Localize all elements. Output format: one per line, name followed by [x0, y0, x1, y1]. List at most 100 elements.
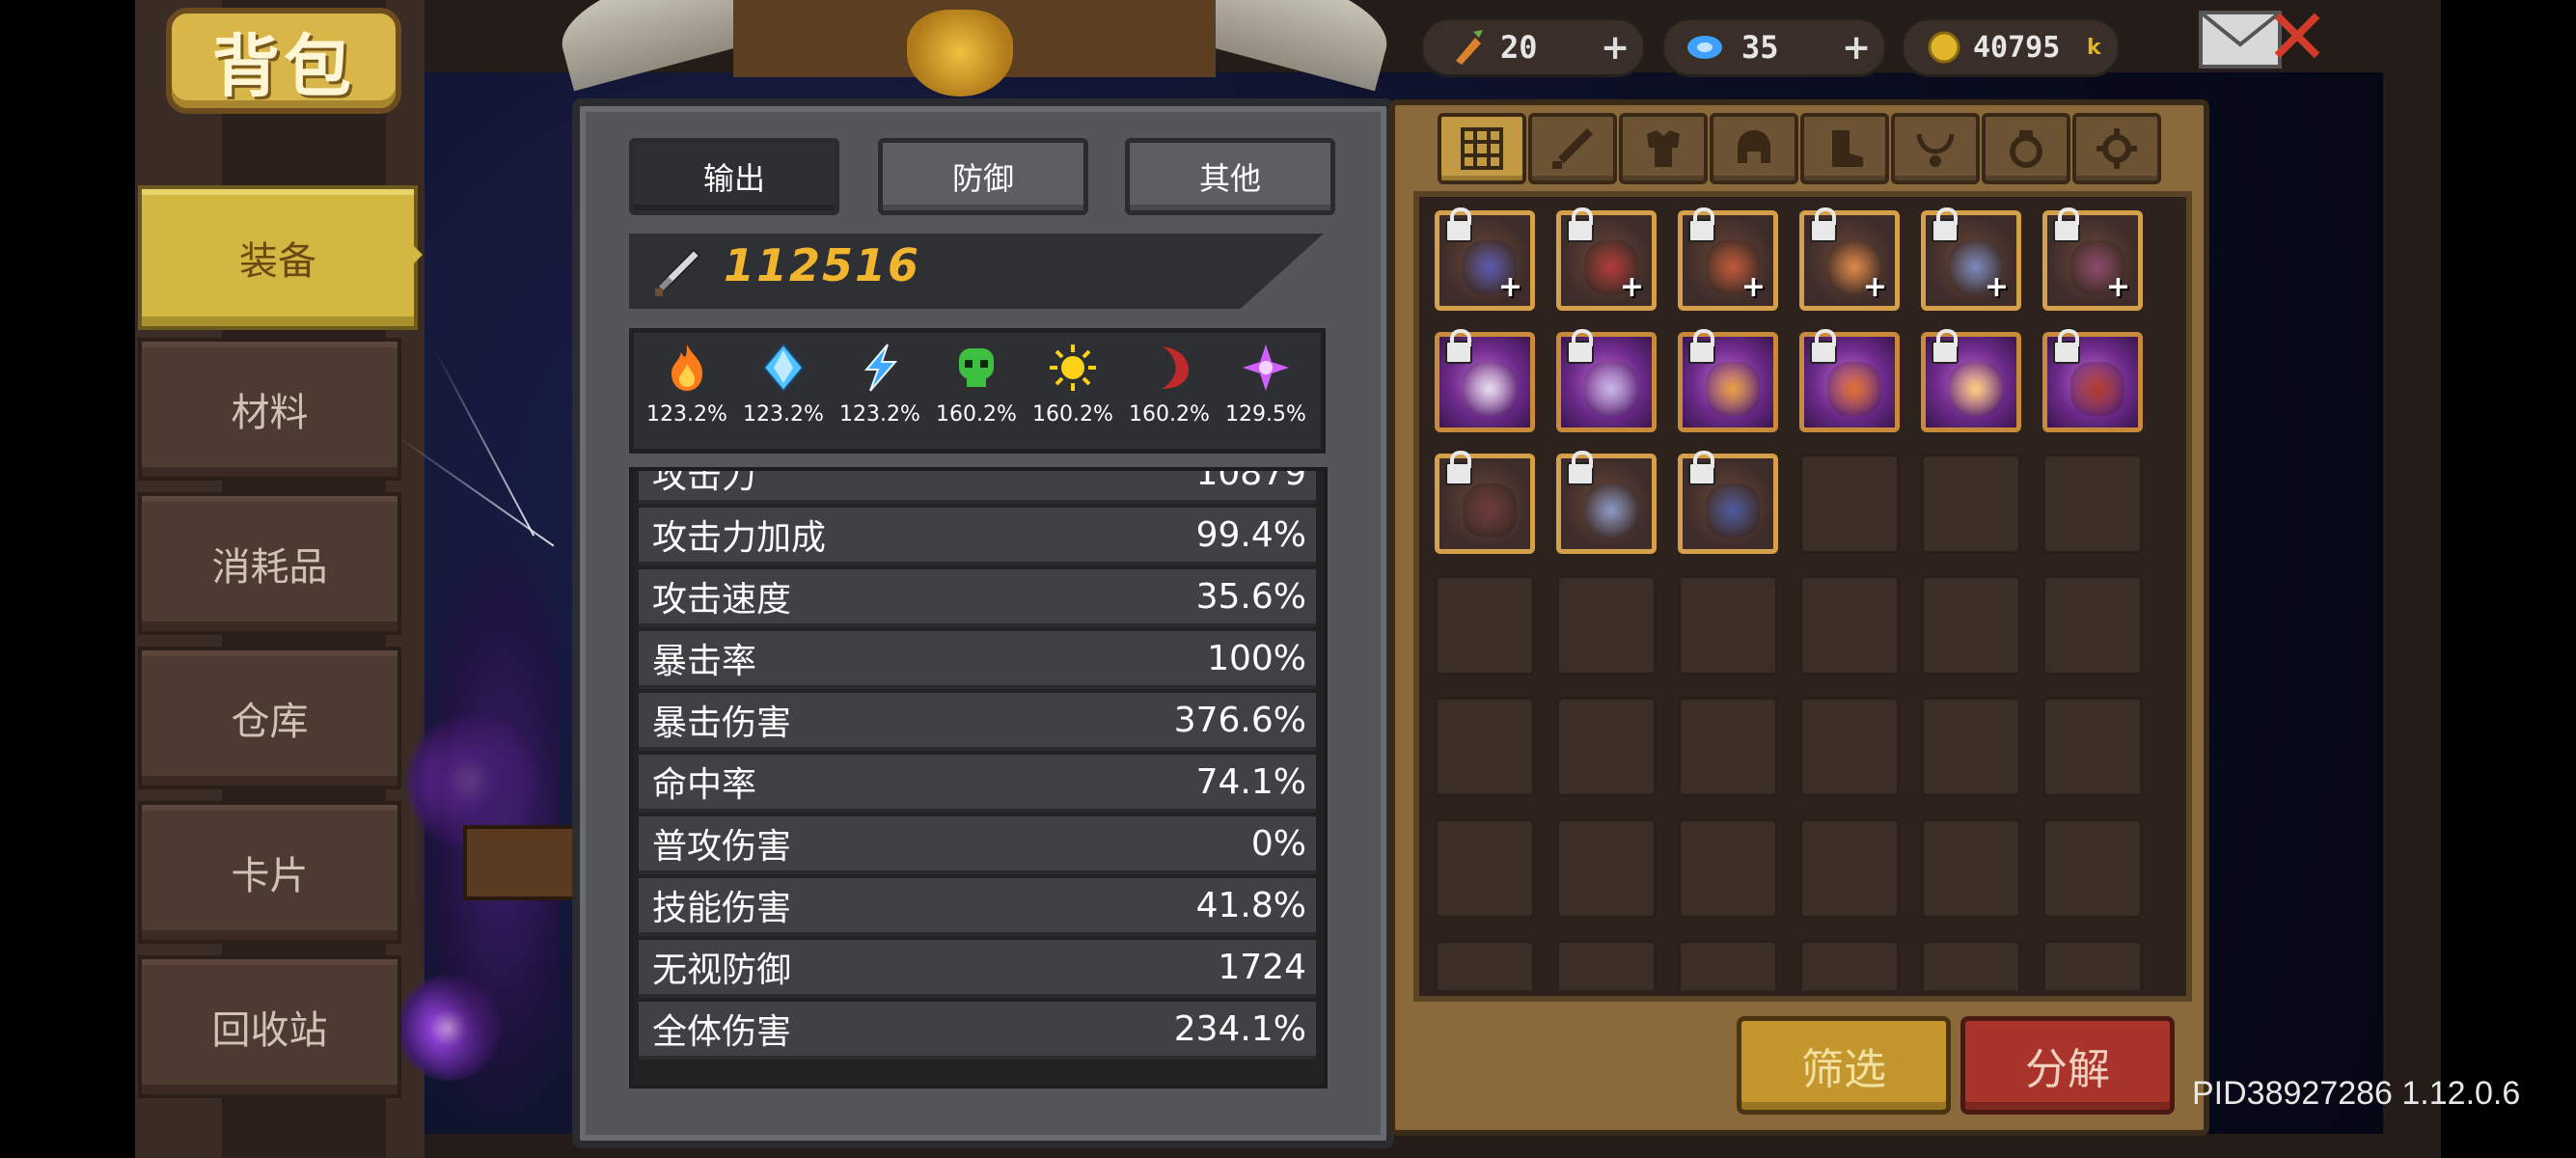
category-tab-boots[interactable]: [1800, 113, 1889, 184]
stat-list[interactable]: 攻击力 10879 攻击力加成 99.4% 攻击速度 35.6% 暴击率 100…: [629, 467, 1328, 1089]
lock-icon: [1688, 207, 1715, 242]
currency-value: 35: [1741, 29, 1779, 66]
decompose-button[interactable]: 分解: [1960, 1016, 2175, 1115]
category-tab-necklace[interactable]: [1891, 113, 1980, 184]
empty-inventory-slot[interactable]: [1921, 697, 2021, 797]
element-value: 160.2%: [936, 402, 1017, 427]
empty-inventory-slot[interactable]: [2042, 697, 2143, 797]
empty-inventory-slot[interactable]: [1799, 454, 1900, 554]
equipment-item-icon: [1584, 362, 1638, 416]
close-icon[interactable]: ✕: [2262, 0, 2332, 76]
inventory-item-slot[interactable]: [1678, 451, 1778, 554]
empty-inventory-slot[interactable]: [1556, 940, 1657, 990]
inventory-item-slot[interactable]: [1678, 329, 1778, 432]
empty-inventory-slot[interactable]: [1435, 940, 1535, 990]
crest-icon: [907, 10, 1013, 96]
lock-icon: [2053, 329, 2080, 364]
tab-other[interactable]: 其他: [1125, 138, 1335, 215]
inventory-item-slot[interactable]: +: [1799, 207, 1900, 311]
stat-row-skill-damage: 技能伤害 41.8%: [639, 878, 1316, 936]
empty-inventory-slot[interactable]: [2042, 454, 2143, 554]
category-tab-misc[interactable]: [2072, 113, 2161, 184]
inventory-item-slot[interactable]: [1556, 329, 1657, 432]
stat-label: 攻击力: [652, 467, 757, 496]
empty-inventory-slot[interactable]: [1678, 818, 1778, 919]
empty-inventory-slot[interactable]: [1678, 697, 1778, 797]
lock-icon: [1688, 451, 1715, 485]
empty-inventory-slot[interactable]: [1799, 575, 1900, 676]
currency-carrot: 20 +: [1420, 17, 1646, 77]
empty-inventory-slot[interactable]: [1799, 818, 1900, 919]
category-tab-ring[interactable]: [1982, 113, 2070, 184]
gold-coin-icon: [1928, 31, 1960, 64]
stat-value: 41.8%: [1195, 885, 1306, 925]
inventory-item-slot[interactable]: +: [2042, 207, 2143, 311]
inventory-item-slot[interactable]: +: [1435, 207, 1535, 311]
empty-inventory-slot[interactable]: [1921, 818, 2021, 919]
stat-value: 1724: [1218, 947, 1306, 987]
element-lightning: 123.2%: [832, 333, 928, 439]
add-carrot-button[interactable]: +: [1601, 28, 1630, 68]
inventory-item-slot[interactable]: +: [1678, 207, 1778, 311]
empty-inventory-slot[interactable]: [1556, 575, 1657, 676]
inventory-item-slot[interactable]: +: [1921, 207, 2021, 311]
stat-value: 35.6%: [1195, 576, 1306, 617]
page-title: 背包: [212, 26, 355, 106]
stat-row-attack-bonus: 攻击力加成 99.4%: [639, 508, 1316, 565]
lock-icon: [1567, 207, 1594, 242]
side-tab-cards[interactable]: 卡片: [138, 801, 401, 944]
inventory-item-slot[interactable]: +: [1556, 207, 1657, 311]
side-tab-consumables[interactable]: 消耗品: [138, 492, 401, 635]
element-light: 160.2%: [1025, 333, 1121, 439]
empty-inventory-slot[interactable]: [1556, 818, 1657, 919]
inventory-item-slot[interactable]: [1556, 451, 1657, 554]
empty-inventory-slot[interactable]: [1799, 940, 1900, 990]
element-dark: 160.2%: [1121, 333, 1218, 439]
category-tab-all[interactable]: [1438, 113, 1526, 184]
equipment-item-icon: [1584, 483, 1638, 538]
element-value: 123.2%: [646, 402, 727, 427]
empty-inventory-slot[interactable]: [1921, 454, 2021, 554]
category-tab-armor[interactable]: [1619, 113, 1708, 184]
empty-inventory-slot[interactable]: [1678, 575, 1778, 676]
stat-value: 10879: [1195, 467, 1306, 493]
inventory-item-slot[interactable]: [1799, 329, 1900, 432]
fire-icon: [671, 345, 702, 391]
empty-inventory-slot[interactable]: [1921, 575, 2021, 676]
element-arcane: 129.5%: [1218, 333, 1314, 439]
add-gem-button[interactable]: +: [1842, 28, 1871, 68]
side-tab-recycle-bin[interactable]: 回收站: [138, 955, 401, 1098]
inventory-item-slot[interactable]: [1921, 329, 2021, 432]
empty-inventory-slot[interactable]: [1678, 940, 1778, 990]
tab-output[interactable]: 输出: [629, 138, 839, 215]
inventory-item-slot[interactable]: [2042, 329, 2143, 432]
empty-inventory-slot[interactable]: [2042, 940, 2143, 990]
lock-icon: [1688, 329, 1715, 364]
empty-inventory-slot[interactable]: [1556, 697, 1657, 797]
category-tab-weapon[interactable]: [1528, 113, 1617, 184]
stat-value: 100%: [1207, 638, 1306, 678]
stat-label: 暴击率: [652, 642, 757, 681]
empty-inventory-slot[interactable]: [1435, 575, 1535, 676]
stat-row-crit-damage: 暴击伤害 376.6%: [639, 693, 1316, 751]
empty-inventory-slot[interactable]: [1435, 818, 1535, 919]
element-value: 160.2%: [1129, 402, 1210, 427]
empty-inventory-slot[interactable]: [1435, 697, 1535, 797]
inventory-item-slot[interactable]: [1435, 451, 1535, 554]
inventory-item-slot[interactable]: [1435, 329, 1535, 432]
stat-label: 攻击力加成: [652, 518, 827, 558]
empty-inventory-slot[interactable]: [1799, 697, 1900, 797]
equipment-item-icon: [1706, 362, 1760, 416]
side-tab-equipment[interactable]: 装备: [138, 185, 418, 330]
empty-inventory-slot[interactable]: [2042, 818, 2143, 919]
side-tab-warehouse[interactable]: 仓库: [138, 647, 401, 789]
lock-icon: [1567, 329, 1594, 364]
stat-row-hit-rate: 命中率 74.1%: [639, 755, 1316, 813]
category-tab-helmet[interactable]: [1710, 113, 1798, 184]
side-tab-materials[interactable]: 材料: [138, 338, 401, 481]
empty-inventory-slot[interactable]: [2042, 575, 2143, 676]
filter-button[interactable]: 筛选: [1737, 1016, 1951, 1115]
empty-inventory-slot[interactable]: [1921, 940, 2021, 990]
equipment-item-icon: [1827, 362, 1881, 416]
tab-defense[interactable]: 防御: [878, 138, 1088, 215]
